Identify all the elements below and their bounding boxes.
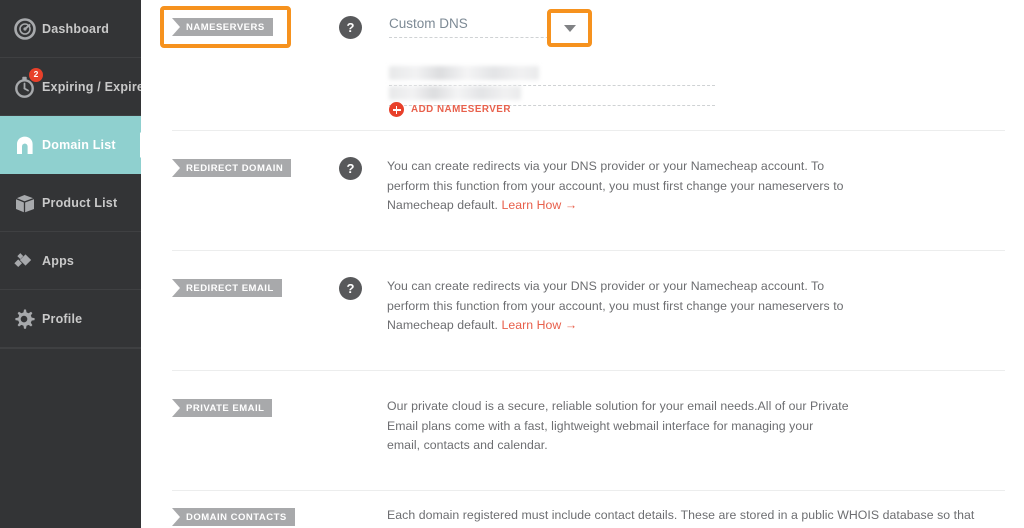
dns-dropdown-toggle[interactable] <box>547 9 592 47</box>
sidebar-item-label: Expiring / Expired <box>42 79 152 94</box>
section-tag-redirect-email: REDIRECT EMAIL <box>172 279 282 297</box>
add-nameserver-button[interactable]: ADD NAMESERVER <box>389 102 511 117</box>
section-tag-private-email: PRIVATE EMAIL <box>172 399 273 417</box>
sidebar-item-expiring-expired[interactable]: 2 Expiring / Expired <box>0 58 152 116</box>
sidebar-item-label: Profile <box>42 311 83 326</box>
section-redirect-domain: REDIRECT DOMAIN ? You can create redirec… <box>141 131 1024 251</box>
section-redirect-email: REDIRECT EMAIL ? You can create redirect… <box>141 251 1024 371</box>
stopwatch-icon: 2 <box>8 67 43 104</box>
learn-how-link-domain[interactable]: Learn How → <box>501 198 577 212</box>
help-icon-nameservers[interactable]: ? <box>339 16 362 39</box>
chevron-down-icon <box>563 24 576 32</box>
section-tag-nameservers: NAMESERVERS <box>172 18 273 36</box>
box-icon <box>8 186 42 220</box>
section-private-email: PRIVATE EMAIL Our private cloud is a sec… <box>141 371 1024 491</box>
nameserver-value-2 <box>389 86 521 100</box>
section-nameservers: NAMESERVERS ? Custom DNS ADD NAMESERVER <box>141 0 1024 131</box>
section-domain-contacts: DOMAIN CONTACTS Each domain registered m… <box>141 491 1024 528</box>
add-nameserver-label: ADD NAMESERVER <box>411 104 511 115</box>
nameserver-value-1 <box>389 66 539 80</box>
sidebar-divider <box>0 348 141 349</box>
redirect-email-description: You can create redirects via your DNS pr… <box>387 277 849 336</box>
sidebar: Dashboard 2 Expiring / Expired Domain Li… <box>0 0 152 528</box>
domain-contacts-description: Each domain registered must include cont… <box>387 508 975 528</box>
section-tag-redirect-domain: REDIRECT DOMAIN <box>172 159 292 177</box>
private-email-description: Our private cloud is a secure, reliable … <box>387 399 849 453</box>
sidebar-item-profile[interactable]: Profile <box>0 290 141 348</box>
sidebar-item-label: Dashboard <box>42 21 110 36</box>
section-tag-domain-contacts: DOMAIN CONTACTS <box>172 508 295 526</box>
gear-icon <box>8 302 42 336</box>
home-icon <box>8 128 42 162</box>
speedometer-icon <box>8 12 42 46</box>
sidebar-item-label: Product List <box>42 195 118 210</box>
plus-circle-icon <box>389 102 404 117</box>
sidebar-badge-count: 2 <box>29 67 43 82</box>
sidebar-item-domain-list[interactable]: Domain List <box>0 116 152 174</box>
namecheap-domain-settings-page: Dashboard 2 Expiring / Expired Domain Li… <box>0 0 1024 528</box>
learn-how-link-email[interactable]: Learn How → <box>501 318 577 332</box>
redirect-domain-text: You can create redirects via your DNS pr… <box>387 159 844 213</box>
sidebar-item-product-list[interactable]: Product List <box>0 174 141 232</box>
redirect-email-text: You can create redirects via your DNS pr… <box>387 279 844 333</box>
sidebar-item-label: Apps <box>42 253 75 268</box>
redirect-domain-description: You can create redirects via your DNS pr… <box>387 157 849 216</box>
diamonds-icon <box>8 244 42 278</box>
sidebar-item-dashboard[interactable]: Dashboard <box>0 0 141 58</box>
sidebar-item-apps[interactable]: Apps <box>0 232 141 290</box>
help-icon-redirect-email[interactable]: ? <box>339 277 362 300</box>
main-content: NAMESERVERS ? Custom DNS ADD NAMESERVER <box>141 0 1024 528</box>
sidebar-item-label: Domain List <box>42 137 116 152</box>
help-icon-redirect-domain[interactable]: ? <box>339 157 362 180</box>
nameserver-input-1[interactable] <box>389 66 715 86</box>
